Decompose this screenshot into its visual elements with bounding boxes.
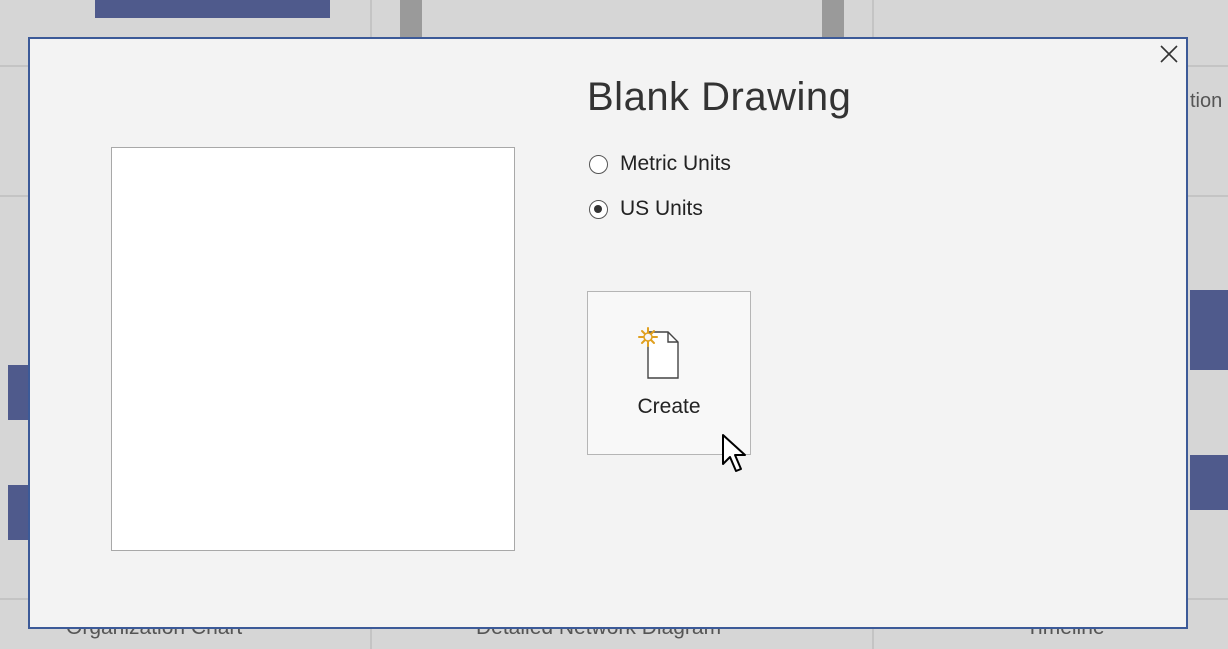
template-thumbnail-shape [8, 365, 30, 420]
template-thumbnail-shape [1190, 290, 1228, 370]
template-thumbnail-shape [400, 0, 422, 40]
template-thumbnail-shape [8, 485, 30, 540]
new-document-icon [638, 327, 679, 379]
template-thumbnail-shape [95, 0, 330, 18]
metric-units-option[interactable]: Metric Units [589, 152, 731, 176]
create-label: Create [637, 395, 701, 418]
close-icon [1160, 45, 1178, 63]
template-label-partial: tion [1190, 90, 1223, 112]
us-units-label: US Units [620, 197, 703, 220]
metric-units-label: Metric Units [620, 152, 731, 175]
close-button[interactable] [1156, 41, 1182, 67]
dialog-title: Blank Drawing [587, 75, 852, 119]
template-thumbnail-shape [1190, 455, 1228, 510]
us-units-radio[interactable] [589, 199, 608, 219]
create-button[interactable]: Create [587, 291, 751, 455]
metric-units-radio[interactable] [589, 154, 608, 174]
template-thumbnail-shape [822, 0, 844, 40]
us-units-option[interactable]: US Units [589, 197, 703, 221]
drawing-preview [111, 147, 515, 551]
mouse-cursor-icon [722, 434, 746, 472]
blank-drawing-dialog: Blank Drawing Metric Units US Units Crea… [28, 37, 1188, 629]
